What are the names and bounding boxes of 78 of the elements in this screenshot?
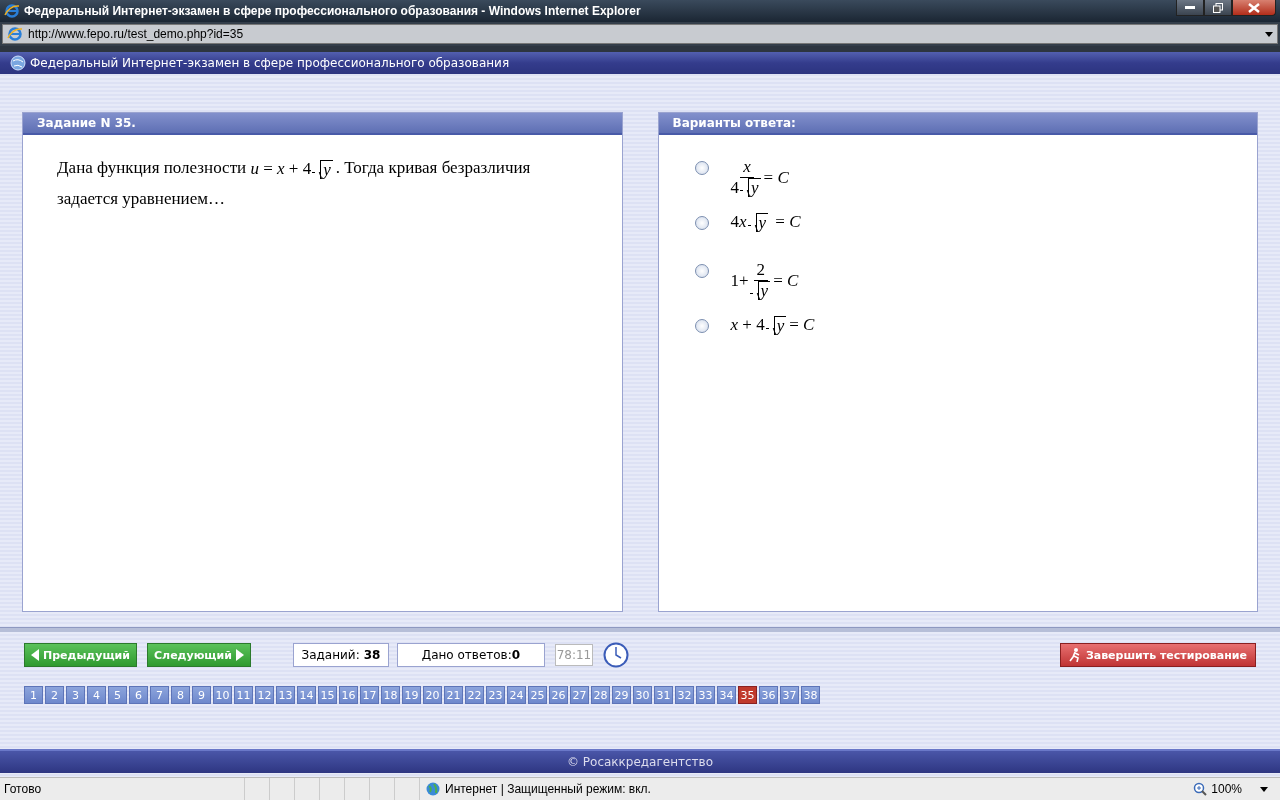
page-number-button[interactable]: 22 [465,686,484,704]
next-button[interactable]: Следующий [147,643,251,667]
page-number-button[interactable]: 37 [780,686,799,704]
formula: x + 4 y = C [730,315,815,335]
page-number-button[interactable]: 38 [801,686,820,704]
question-text: Дана функция полезности u = x + 4 y . Тогда кривая безразличия задается уравнением… [57,157,532,211]
page-number-button[interactable]: 16 [339,686,358,704]
tasks-counter: Заданий: 38 [292,643,389,667]
address-field[interactable]: http://www.fepo.ru/test_demo.php?id=35 [2,24,1278,44]
page-number-button[interactable]: 27 [570,686,589,704]
previous-button[interactable]: Предыдущий [24,643,137,667]
panel-header: Варианты ответа: [658,113,1257,135]
page-number-button[interactable]: 13 [276,686,295,704]
right-arrow-icon [235,649,244,661]
panel-header: Задание N 35. [23,113,622,135]
restore-icon [1213,2,1223,13]
page-number-button[interactable]: 35 [738,686,757,704]
radio-button[interactable] [694,264,709,278]
page-number-button[interactable]: 19 [402,686,421,704]
answered-counter: Дано ответов:0 [396,643,545,667]
page-number-button[interactable]: 3 [66,686,85,704]
left-arrow-icon [31,649,39,661]
browser-logo-icon [7,26,23,42]
page-number-button[interactable]: 32 [675,686,694,704]
clock-icon [602,642,629,668]
finish-button[interactable]: Завершить тестирование [1059,643,1256,667]
page-number-button[interactable]: 24 [507,686,526,704]
page-number-button[interactable]: 10 [213,686,232,704]
formula: x 4 y = C [730,157,789,198]
status-text: Готово [4,782,43,796]
zoom-icon[interactable] [1193,782,1208,796]
runner-icon [1068,648,1081,662]
page-number-button[interactable]: 36 [759,686,778,704]
dropdown-arrow-icon[interactable] [1265,31,1273,37]
page-number-button[interactable]: 1 [24,686,43,704]
browser-logo-icon [4,3,20,19]
copyright-text: © Росаккредагентство [567,755,713,769]
window-title: Федеральный Интернет-экзамен в сфере профессионального образования - Windows Internet Explorer [24,4,642,18]
page-number-button[interactable]: 29 [612,686,631,704]
minimize-icon [1185,5,1195,10]
page-number-button[interactable]: 5 [108,686,127,704]
page-number-button[interactable]: 30 [633,686,652,704]
page-number-button[interactable]: 28 [591,686,610,704]
page-number-button[interactable]: 17 [360,686,379,704]
security-zone-text: Интернет | Защищенный режим: вкл. [445,782,651,796]
dropdown-arrow-icon[interactable] [1260,786,1268,792]
timer-field: 78:11 [554,644,593,666]
page-number-button[interactable]: 23 [486,686,505,704]
restore-button[interactable] [1204,0,1232,16]
radio-button[interactable] [694,319,709,333]
formula: 4x y = C [730,212,801,232]
page-number-button[interactable]: 33 [696,686,715,704]
page-number-button[interactable]: 34 [717,686,736,704]
radio-button[interactable] [694,216,709,230]
page-number-button[interactable]: 12 [255,686,274,704]
page-number-button[interactable]: 18 [381,686,400,704]
minimize-button[interactable] [1176,0,1204,16]
page-number-button[interactable]: 31 [654,686,673,704]
radio-button[interactable] [694,161,709,175]
page-number-button[interactable]: 4 [87,686,106,704]
page-number-button[interactable]: 7 [150,686,169,704]
page-number-button[interactable]: 14 [297,686,316,704]
page-number-button[interactable]: 6 [129,686,148,704]
page-number-button[interactable]: 2 [45,686,64,704]
site-title: Федеральный Интернет-экзамен в сфере профессионального образования [30,56,510,70]
close-button[interactable] [1232,0,1276,16]
page-number-button[interactable]: 8 [171,686,190,704]
page-number-button[interactable]: 21 [444,686,463,704]
page-number-button[interactable]: 9 [192,686,211,704]
page-number-button[interactable]: 25 [528,686,547,704]
globe-icon [10,55,26,71]
zoom-level[interactable]: 100% [1211,782,1242,796]
close-icon [1248,2,1260,13]
page-number-button[interactable]: 20 [423,686,442,704]
globe-icon [426,782,440,796]
page-number-button[interactable]: 11 [234,686,253,704]
page-number-button[interactable]: 15 [318,686,337,704]
page-number-button[interactable]: 26 [549,686,568,704]
